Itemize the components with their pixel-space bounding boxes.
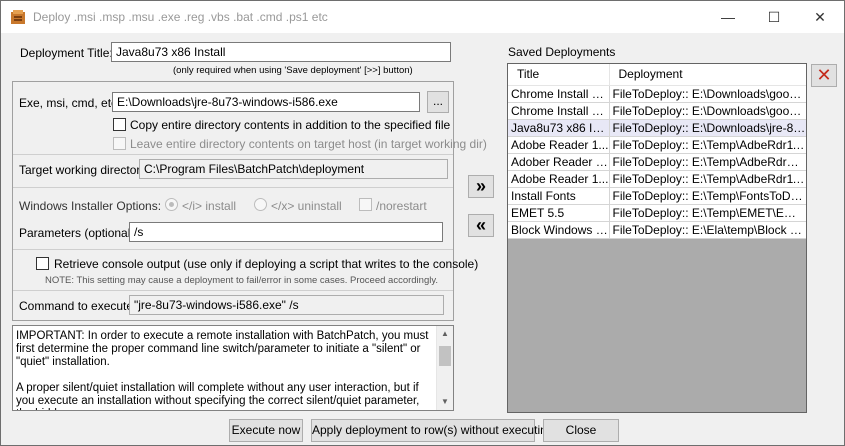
table-row[interactable]: Chrome Install x64 FileToDeploy:: E:\Down… bbox=[508, 85, 806, 103]
uninstall-radio-label: </x> uninstall bbox=[271, 199, 342, 213]
apply-without-executing-button[interactable]: Apply deployment to row(s) without execu… bbox=[311, 419, 553, 442]
cell-title: Adobe Reader 1... bbox=[508, 170, 610, 188]
cell-deployment: FileToDeploy:: E:\Temp\FontsToDepl... bbox=[609, 187, 806, 205]
command-label: Command to execute: bbox=[19, 299, 137, 313]
copy-directory-label: Copy entire directory contents in additi… bbox=[130, 118, 451, 132]
cell-deployment: FileToDeploy:: E:\Temp\AdbeRdr110... bbox=[609, 136, 806, 154]
column-header-deployment[interactable]: Deployment bbox=[609, 64, 806, 86]
info-textbox[interactable]: IMPORTANT: In order to execute a remote … bbox=[12, 325, 454, 411]
parameters-label: Parameters (optional): bbox=[19, 226, 138, 240]
save-deployment-button[interactable]: » bbox=[468, 175, 494, 198]
install-radio[interactable] bbox=[165, 198, 178, 211]
table-row[interactable]: Adobe Reader 1... FileToDeploy:: E:\Temp\… bbox=[508, 170, 806, 188]
table-row[interactable]: Adober Reader D... FileToDeploy:: E:\Temp… bbox=[508, 153, 806, 171]
info-paragraph: A proper silent/quiet installation will … bbox=[16, 382, 420, 410]
close-window-button[interactable]: ✕ bbox=[797, 1, 843, 33]
cell-title: EMET 5.5 bbox=[508, 204, 610, 222]
deployment-title-hint: (only required when using 'Save deployme… bbox=[173, 65, 413, 76]
delete-x-icon: ✕ bbox=[816, 65, 832, 85]
column-header-title[interactable]: Title bbox=[508, 64, 610, 86]
uninstall-radio[interactable] bbox=[254, 198, 267, 211]
grid-header-row: Title Deployment bbox=[508, 64, 806, 86]
cell-deployment: FileToDeploy:: E:\Downloads\jre-8u7... bbox=[609, 119, 806, 137]
exe-path-input[interactable]: E:\Downloads\jre-8u73-windows-i586.exe bbox=[112, 92, 420, 112]
norestart-checkbox[interactable] bbox=[359, 198, 372, 211]
delete-deployment-button[interactable]: ✕ bbox=[811, 64, 837, 87]
parameters-input[interactable]: /s bbox=[129, 222, 443, 242]
close-button[interactable]: Close bbox=[543, 419, 619, 442]
cell-deployment: FileToDeploy:: E:\Downloads\google... bbox=[609, 85, 806, 103]
deployment-title-input[interactable]: Java8u73 x86 Install bbox=[111, 42, 451, 62]
minimize-button[interactable]: — bbox=[705, 1, 751, 33]
saved-deployments-label: Saved Deployments bbox=[508, 45, 616, 59]
cell-deployment: FileToDeploy:: E:\Temp\AdbeRdr110... bbox=[609, 170, 806, 188]
leave-directory-label: Leave entire directory contents on targe… bbox=[130, 137, 487, 151]
divider bbox=[13, 290, 453, 291]
console-output-note: NOTE: This setting may cause a deploymen… bbox=[45, 275, 439, 286]
table-row[interactable]: Chrome Install x86 FileToDeploy:: E:\Down… bbox=[508, 102, 806, 120]
cell-deployment: FileToDeploy:: E:\Ela\temp\Block Wi... bbox=[609, 221, 806, 239]
cell-title: Block Windows 1... bbox=[508, 221, 610, 239]
cell-title: Chrome Install x64 bbox=[508, 85, 610, 103]
table-row[interactable]: Adobe Reader 1... FileToDeploy:: E:\Temp\… bbox=[508, 136, 806, 154]
deploy-window: Deploy .msi .msp .msu .exe .reg .vbs .ba… bbox=[0, 0, 845, 446]
maximize-button[interactable]: ☐ bbox=[751, 1, 797, 33]
browse-button[interactable]: ... bbox=[427, 91, 449, 113]
title-bar: Deploy .msi .msp .msu .exe .reg .vbs .ba… bbox=[1, 1, 844, 33]
norestart-label: /norestart bbox=[376, 199, 427, 213]
install-radio-label: </i> install bbox=[182, 199, 237, 213]
load-deployment-button[interactable]: « bbox=[468, 214, 494, 237]
cell-deployment: FileToDeploy:: E:\Downloads\google... bbox=[609, 102, 806, 120]
window-title: Deploy .msi .msp .msu .exe .reg .vbs .ba… bbox=[33, 10, 328, 24]
table-row[interactable]: Block Windows 1... FileToDeploy:: E:\Ela\… bbox=[508, 221, 806, 239]
deployment-title-label: Deployment Title: bbox=[20, 46, 113, 60]
scroll-up-icon[interactable]: ▲ bbox=[437, 326, 453, 342]
cell-deployment: FileToDeploy:: E:\Temp\EMET\EME... bbox=[609, 204, 806, 222]
saved-deployments-grid: Title Deployment Chrome Install x64 FileT… bbox=[507, 63, 807, 413]
cell-title: Install Fonts bbox=[508, 187, 610, 205]
leave-directory-checkbox[interactable] bbox=[113, 137, 126, 150]
cell-deployment: FileToDeploy:: E:\Temp\AdbeRdrDC... bbox=[609, 153, 806, 171]
exe-label: Exe, msi, cmd, etc: bbox=[19, 96, 121, 110]
table-row-selected[interactable]: Java8u73 x86 In... FileToDeploy:: E:\Down… bbox=[508, 119, 806, 137]
info-paragraph: IMPORTANT: In order to execute a remote … bbox=[16, 330, 429, 368]
console-output-checkbox[interactable] bbox=[36, 257, 49, 270]
cell-title: Adober Reader D... bbox=[508, 153, 610, 171]
cell-title: Adobe Reader 1... bbox=[508, 136, 610, 154]
execute-now-button[interactable]: Execute now bbox=[229, 419, 303, 442]
scroll-down-icon[interactable]: ▼ bbox=[437, 394, 453, 410]
target-dir-input[interactable]: C:\Program Files\BatchPatch\deployment bbox=[139, 159, 448, 179]
cell-title: Chrome Install x86 bbox=[508, 102, 610, 120]
info-scrollbar[interactable]: ▲ ▼ bbox=[436, 326, 453, 410]
table-row[interactable]: EMET 5.5 FileToDeploy:: E:\Temp\EMET\EME.… bbox=[508, 204, 806, 222]
installer-options-label: Windows Installer Options: bbox=[19, 199, 162, 213]
info-text: IMPORTANT: In order to execute a remote … bbox=[16, 330, 436, 410]
console-output-label: Retrieve console output (use only if dep… bbox=[54, 257, 479, 271]
target-dir-label: Target working directory: bbox=[19, 163, 150, 177]
cell-title: Java8u73 x86 In... bbox=[508, 119, 610, 137]
copy-directory-checkbox[interactable] bbox=[113, 118, 126, 131]
scroll-thumb[interactable] bbox=[439, 346, 451, 366]
divider bbox=[13, 154, 453, 155]
divider bbox=[13, 249, 453, 250]
batchpatch-app-icon bbox=[11, 10, 25, 24]
command-output: "jre-8u73-windows-i586.exe" /s bbox=[129, 295, 444, 315]
divider bbox=[13, 187, 453, 188]
table-row[interactable]: Install Fonts FileToDeploy:: E:\Temp\Font… bbox=[508, 187, 806, 205]
